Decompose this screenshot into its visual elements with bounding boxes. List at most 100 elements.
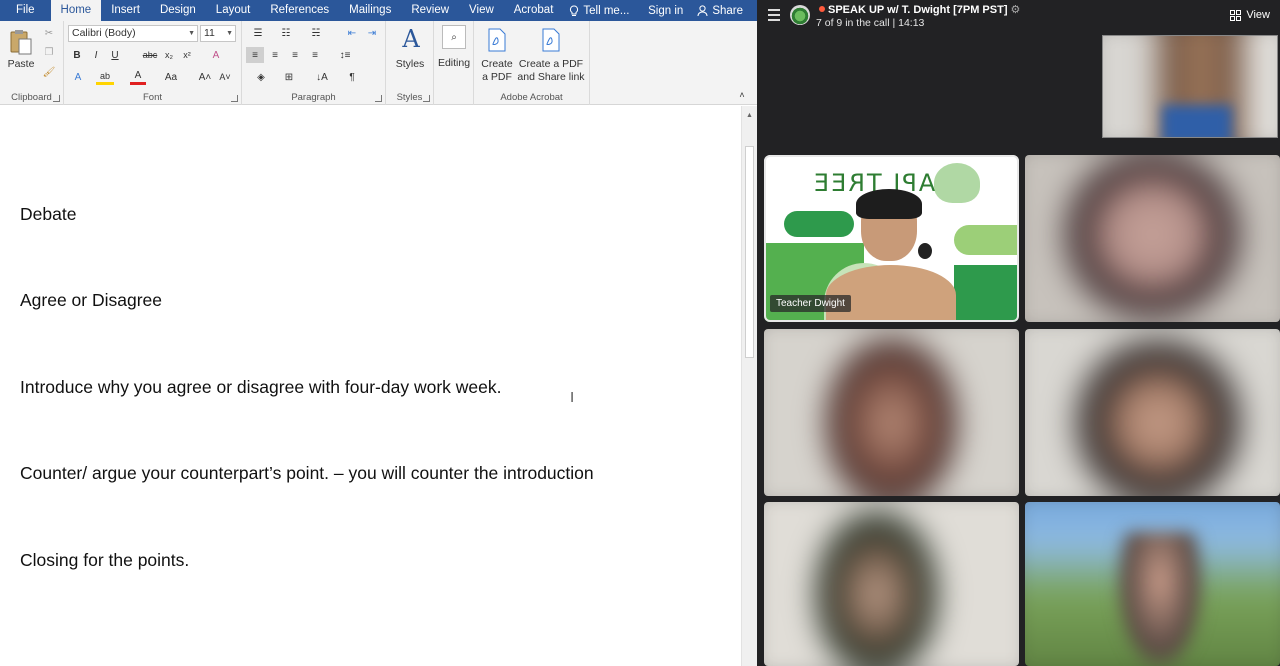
document-body[interactable]: Debate Agree or Disagree Introduce why y… [0, 106, 741, 666]
increase-indent-icon[interactable]: ⇥ [364, 25, 380, 41]
scrollbar-thumb[interactable] [745, 146, 754, 358]
tab-layout[interactable]: Layout [206, 0, 261, 21]
grow-font-icon[interactable]: A˄ [198, 69, 212, 85]
styles-icon[interactable]: A [398, 25, 424, 53]
tab-insert[interactable]: Insert [101, 0, 150, 21]
collapse-ribbon-icon[interactable]: ˄ [736, 89, 748, 101]
font-color-icon[interactable]: A [130, 69, 146, 85]
decrease-indent-icon[interactable]: ⇤ [344, 25, 360, 41]
doc-line-counter[interactable]: Counter/ argue your counterpart’s point.… [20, 463, 594, 484]
view-button[interactable]: View [1230, 9, 1270, 21]
font-name-select[interactable]: Calibri (Body) ▼ [68, 25, 198, 42]
recording-icon [819, 6, 825, 12]
tab-view[interactable]: View [459, 0, 504, 21]
acrobat-group-label: Adobe Acrobat [500, 92, 563, 103]
meeting-title-text: SPEAK UP w/ T. Dwight [7PM PST] [828, 4, 1008, 16]
meeting-avatar [790, 5, 810, 25]
editing-button-label[interactable]: Editing [434, 57, 474, 70]
editing-group: ⌕ Editing [434, 21, 474, 105]
create-pdf-icon[interactable] [486, 27, 508, 53]
font-name-value: Calibri (Body) [72, 27, 136, 39]
participant-tile[interactable] [1025, 155, 1280, 322]
font-size-value: 11 [204, 27, 215, 39]
meeting-window: SPEAK UP w/ T. Dwight [7PM PST] ⚙ 7 of 9… [757, 0, 1280, 666]
meeting-status: 7 of 9 in the call | 14:13 [816, 17, 925, 29]
strikethrough-icon[interactable]: abc [140, 47, 160, 63]
clipboard-launcher-icon[interactable] [53, 95, 60, 102]
tab-references[interactable]: References [260, 0, 339, 21]
tab-acrobat[interactable]: Acrobat [504, 0, 564, 21]
share-label: Share [712, 4, 743, 17]
share-pdf-icon[interactable] [540, 27, 562, 53]
tab-design[interactable]: Design [150, 0, 206, 21]
find-search-icon[interactable]: ⌕ [442, 25, 466, 49]
numbering-icon[interactable]: ☷ [276, 25, 296, 41]
participant-tile[interactable] [764, 502, 1019, 666]
doc-line-debate[interactable]: Debate [20, 204, 76, 225]
font-launcher-icon[interactable] [231, 95, 238, 102]
self-view-tile[interactable] [1102, 35, 1278, 138]
borders-icon[interactable]: ⊞ [278, 69, 300, 85]
align-right-icon[interactable]: ≡ [286, 47, 304, 63]
share-pdf-line1: Create a PDF [518, 58, 584, 70]
shading-icon[interactable]: ◈ [250, 69, 272, 85]
justify-icon[interactable]: ≡ [306, 47, 324, 63]
tab-mailings[interactable]: Mailings [339, 0, 401, 21]
share-pdf-label[interactable]: Create a PDF and Share link [514, 58, 588, 84]
highlight-icon[interactable]: ab [96, 69, 114, 85]
person-icon [697, 4, 708, 16]
paragraph-launcher-icon[interactable] [375, 95, 382, 102]
paste-icon[interactable] [8, 27, 34, 57]
text-effects-icon[interactable]: A [70, 69, 86, 85]
copy-icon[interactable]: ❐ [42, 45, 56, 59]
line-spacing-icon[interactable]: ↕≡ [334, 47, 356, 63]
meeting-header: SPEAK UP w/ T. Dwight [7PM PST] ⚙ 7 of 9… [757, 0, 1280, 32]
tab-file[interactable]: File [0, 0, 51, 21]
doc-line-closing[interactable]: Closing for the points. [20, 550, 189, 571]
view-label: View [1246, 9, 1270, 21]
multilevel-list-icon[interactable]: ☵ [306, 25, 326, 41]
italic-icon[interactable]: I [89, 47, 103, 63]
styles-button-label[interactable]: Styles [386, 58, 434, 71]
font-group-label: Font [142, 92, 162, 103]
underline-icon[interactable]: U [108, 47, 122, 63]
scroll-up-icon[interactable]: ▲ [746, 112, 753, 119]
participant-tile[interactable] [1025, 502, 1280, 666]
tell-me-box[interactable]: Tell me... [563, 5, 635, 17]
share-button[interactable]: Share [691, 5, 757, 17]
sign-in-link[interactable]: Sign in [640, 5, 691, 17]
settings-icon[interactable]: ⚙ [1011, 4, 1021, 16]
align-center-icon[interactable]: ≡ [266, 47, 284, 63]
align-left-icon[interactable]: ≡ [246, 47, 264, 63]
tab-review[interactable]: Review [401, 0, 459, 21]
doc-line-introduce[interactable]: Introduce why you agree or disagree with… [20, 377, 502, 398]
subscript-icon[interactable]: x₂ [162, 47, 176, 63]
share-pdf-line2: and Share link [517, 71, 585, 83]
tell-me-label: Tell me... [583, 4, 630, 17]
change-case-icon[interactable]: Aa [160, 69, 182, 85]
sort-icon[interactable]: ↓A [314, 69, 330, 85]
show-formatting-icon[interactable]: ¶ [344, 69, 360, 85]
participant-tile[interactable] [764, 329, 1019, 496]
styles-launcher-icon[interactable] [423, 95, 430, 102]
menu-icon[interactable] [768, 9, 780, 24]
format-painter-icon[interactable]: 🖌 [42, 65, 56, 79]
doc-line-agree[interactable]: Agree or Disagree [20, 290, 162, 311]
superscript-icon[interactable]: x² [180, 47, 194, 63]
tile-border [1102, 35, 1278, 138]
styles-group: A Styles Styles [386, 21, 434, 105]
cut-icon[interactable]: ✂ [42, 26, 56, 40]
active-speaker-tile[interactable]: API TREE Teacher Dwight [764, 155, 1019, 322]
bullets-icon[interactable]: ☰ [248, 25, 268, 41]
font-group: Calibri (Body) ▼ 11 ▼ B I U abc x₂ x² A A … [64, 21, 242, 105]
vertical-scrollbar[interactable]: ▲ [741, 106, 757, 666]
font-size-select[interactable]: 11 ▼ [200, 25, 236, 42]
clear-formatting-icon[interactable]: A [208, 47, 224, 63]
participant-tile[interactable] [1025, 329, 1280, 496]
bold-icon[interactable]: B [70, 47, 84, 63]
shrink-font-icon[interactable]: A˅ [218, 69, 232, 85]
active-speaker-border [764, 155, 1019, 322]
tab-home[interactable]: Home [50, 0, 102, 21]
paste-label: Paste [7, 58, 35, 70]
ribbon-tab-bar: File Home Insert Design Layout Reference… [0, 0, 757, 21]
